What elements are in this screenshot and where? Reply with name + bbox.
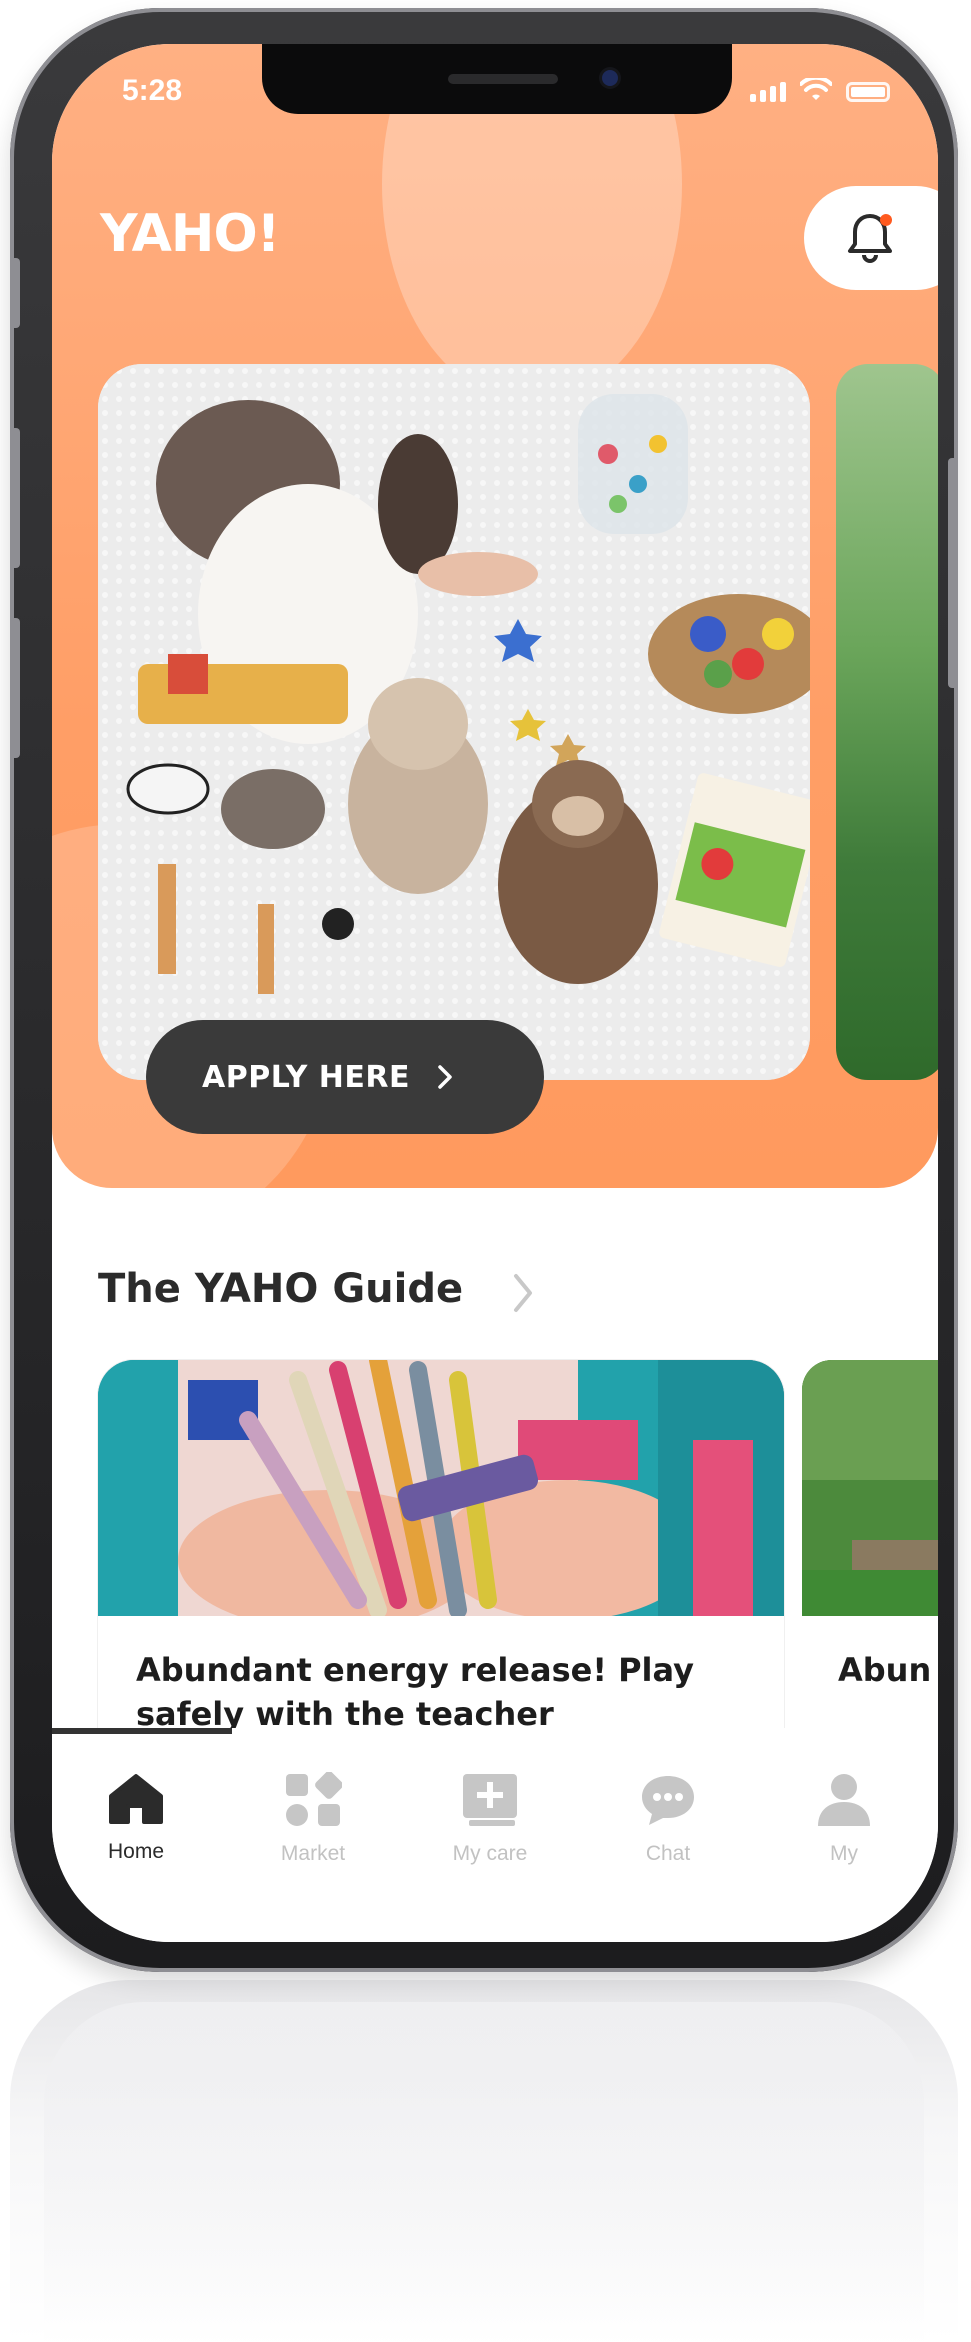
guide-section-title[interactable]: The YAHO Guide [98, 1266, 463, 1312]
app-logo: YAHO! [100, 204, 280, 264]
bell-icon [848, 214, 892, 263]
banner-card-next[interactable] [836, 364, 938, 1080]
home-indicator [52, 1728, 232, 1734]
tab-label: My [830, 1842, 858, 1865]
notification-button[interactable] [804, 186, 938, 290]
apply-here-label: APPLY HERE [202, 1059, 410, 1095]
app-screen: 5:28 YAHO! APPLY HERE The YAHO Guide Abu… [52, 44, 938, 1942]
tab-home[interactable]: Home [66, 1772, 206, 1864]
profile-icon [818, 1774, 870, 1826]
guide-card-title: Abundant energy release! Play safely wit… [136, 1651, 694, 1734]
mute-switch [10, 258, 20, 328]
battery-icon [846, 82, 890, 102]
banner-card[interactable] [98, 364, 810, 1080]
volume-down-button [10, 618, 20, 758]
guide-card[interactable]: Abundant energy release! Play safely wit… [98, 1360, 784, 1740]
guide-card-image [802, 1360, 938, 1616]
tab-my-care[interactable]: My care [420, 1772, 560, 1866]
cellular-signal-icon [750, 82, 786, 102]
camera [602, 70, 618, 86]
tab-market[interactable]: Market [243, 1772, 383, 1866]
tab-label: Market [280, 1842, 346, 1865]
status-time: 5:28 [122, 74, 183, 107]
chevron-right-icon [438, 1065, 452, 1089]
home-icon [109, 1774, 163, 1824]
phone-reflection [10, 1980, 958, 2342]
market-icon [286, 1772, 342, 1826]
bottom-tab-bar: Home Market My care Chat My [52, 1728, 938, 1942]
volume-up-button [10, 428, 20, 568]
chevron-right-icon[interactable] [508, 1270, 538, 1316]
guide-card[interactable]: Abun safely [802, 1360, 938, 1740]
status-icons [750, 78, 890, 102]
phone-frame: 5:28 YAHO! APPLY HERE The YAHO Guide Abu… [10, 8, 958, 1972]
banner-image [98, 364, 810, 1080]
notification-dot [880, 214, 892, 226]
device-notch [262, 44, 732, 114]
chat-icon [642, 1776, 694, 1825]
tab-my[interactable]: My [774, 1772, 914, 1866]
my-care-icon [463, 1774, 517, 1826]
tab-chat[interactable]: Chat [598, 1772, 738, 1866]
tab-label: Chat [645, 1842, 691, 1865]
tab-label: My care [452, 1842, 528, 1865]
apply-here-button[interactable]: APPLY HERE [146, 1020, 544, 1134]
wifi-icon [800, 78, 832, 100]
guide-card-image [98, 1360, 784, 1616]
guide-card-title: Abun safely [838, 1651, 938, 1689]
speaker [448, 74, 558, 84]
hero-section: 5:28 YAHO! [52, 44, 938, 1188]
tab-label: Home [107, 1840, 165, 1863]
power-button [948, 458, 958, 688]
